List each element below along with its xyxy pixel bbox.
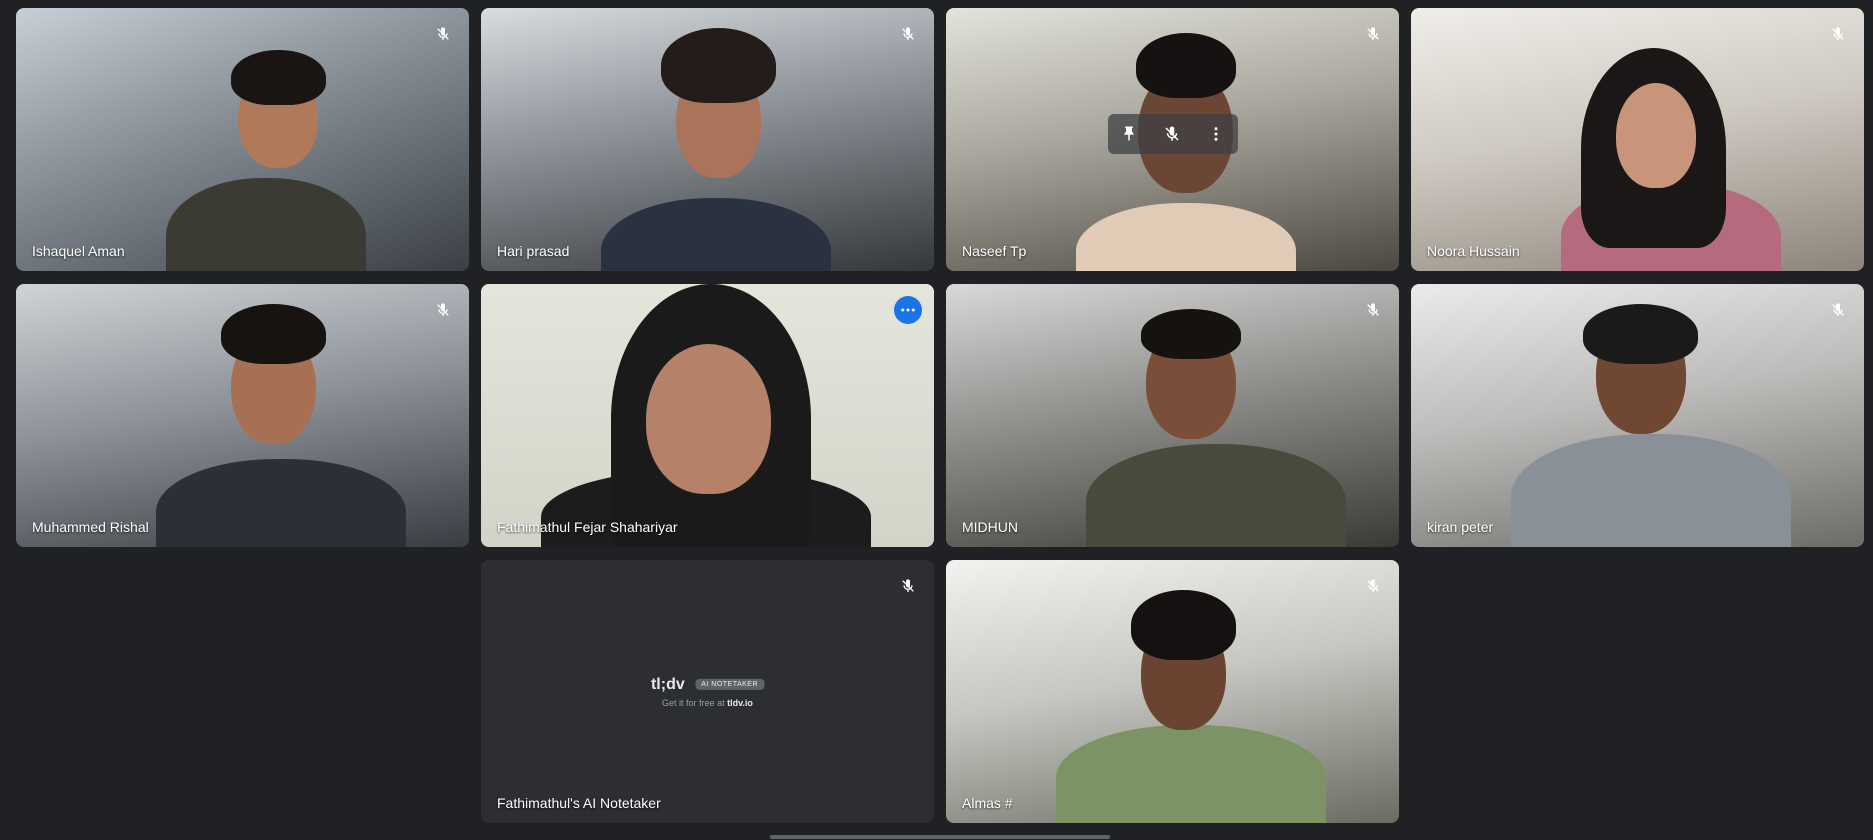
video-feed bbox=[1411, 284, 1864, 547]
mic-off-icon bbox=[1361, 298, 1385, 322]
video-feed bbox=[16, 8, 469, 271]
video-feed bbox=[946, 560, 1399, 823]
mic-off-icon bbox=[1826, 298, 1850, 322]
tldv-logo: tl;dv bbox=[650, 675, 685, 693]
more-options-icon bbox=[901, 308, 915, 312]
more-options-icon[interactable] bbox=[1202, 120, 1230, 148]
bottom-bar-handle bbox=[770, 835, 1110, 839]
participant-name: Fathimathul Fejar Shahariyar bbox=[497, 519, 678, 535]
participant-tile[interactable]: Muhammed Rishal bbox=[16, 284, 469, 547]
participant-name: Naseef Tp bbox=[962, 243, 1027, 259]
participant-tile[interactable]: MIDHUN bbox=[946, 284, 1399, 547]
notetaker-logo: tl;dv AI NOTETAKER Get it for free at tl… bbox=[650, 675, 765, 708]
mic-off-icon bbox=[896, 22, 920, 46]
participant-name: Muhammed Rishal bbox=[32, 519, 149, 535]
video-feed bbox=[1411, 8, 1864, 271]
participant-tile[interactable]: Hari prasad bbox=[481, 8, 934, 271]
participant-tile-active-speaker[interactable]: Fathimathul Fejar Shahariyar bbox=[481, 284, 934, 547]
participant-tile[interactable]: Almas # bbox=[946, 560, 1399, 823]
participant-name: Almas # bbox=[962, 795, 1013, 811]
video-feed bbox=[481, 8, 934, 271]
pin-icon[interactable] bbox=[1115, 120, 1143, 148]
notetaker-link: tldv.io bbox=[727, 697, 753, 708]
mic-off-icon bbox=[1361, 22, 1385, 46]
participant-name: kiran peter bbox=[1427, 519, 1494, 535]
tile-hover-controls bbox=[1107, 114, 1238, 155]
participant-tile[interactable]: kiran peter bbox=[1411, 284, 1864, 547]
more-options-button[interactable] bbox=[894, 296, 922, 324]
notetaker-subtitle-text: Get it for free at bbox=[662, 697, 725, 708]
participant-name: Fathimathul's AI Notetaker bbox=[497, 795, 661, 811]
participant-tile[interactable]: Noora Hussain bbox=[1411, 8, 1864, 271]
notetaker-subtitle: Get it for free at tldv.io bbox=[651, 698, 764, 708]
participant-tile[interactable]: Ishaquel Aman bbox=[16, 8, 469, 271]
video-feed bbox=[946, 8, 1399, 271]
mic-off-icon bbox=[431, 298, 455, 322]
participant-tile-notetaker[interactable]: tl;dv AI NOTETAKER Get it for free at tl… bbox=[481, 560, 934, 823]
participant-name: Ishaquel Aman bbox=[32, 243, 125, 259]
video-feed bbox=[481, 284, 934, 547]
mic-off-icon bbox=[1826, 22, 1850, 46]
participant-tile[interactable]: Naseef Tp bbox=[946, 8, 1399, 271]
participant-name: Hari prasad bbox=[497, 243, 570, 259]
video-feed bbox=[946, 284, 1399, 547]
mic-off-icon[interactable] bbox=[1158, 120, 1186, 148]
mic-off-icon bbox=[1361, 574, 1385, 598]
mic-off-icon bbox=[431, 22, 455, 46]
video-feed bbox=[16, 284, 469, 547]
notetaker-tag: AI NOTETAKER bbox=[695, 678, 765, 690]
participant-name: MIDHUN bbox=[962, 519, 1018, 535]
mic-off-icon bbox=[896, 574, 920, 598]
participant-name: Noora Hussain bbox=[1427, 243, 1520, 259]
